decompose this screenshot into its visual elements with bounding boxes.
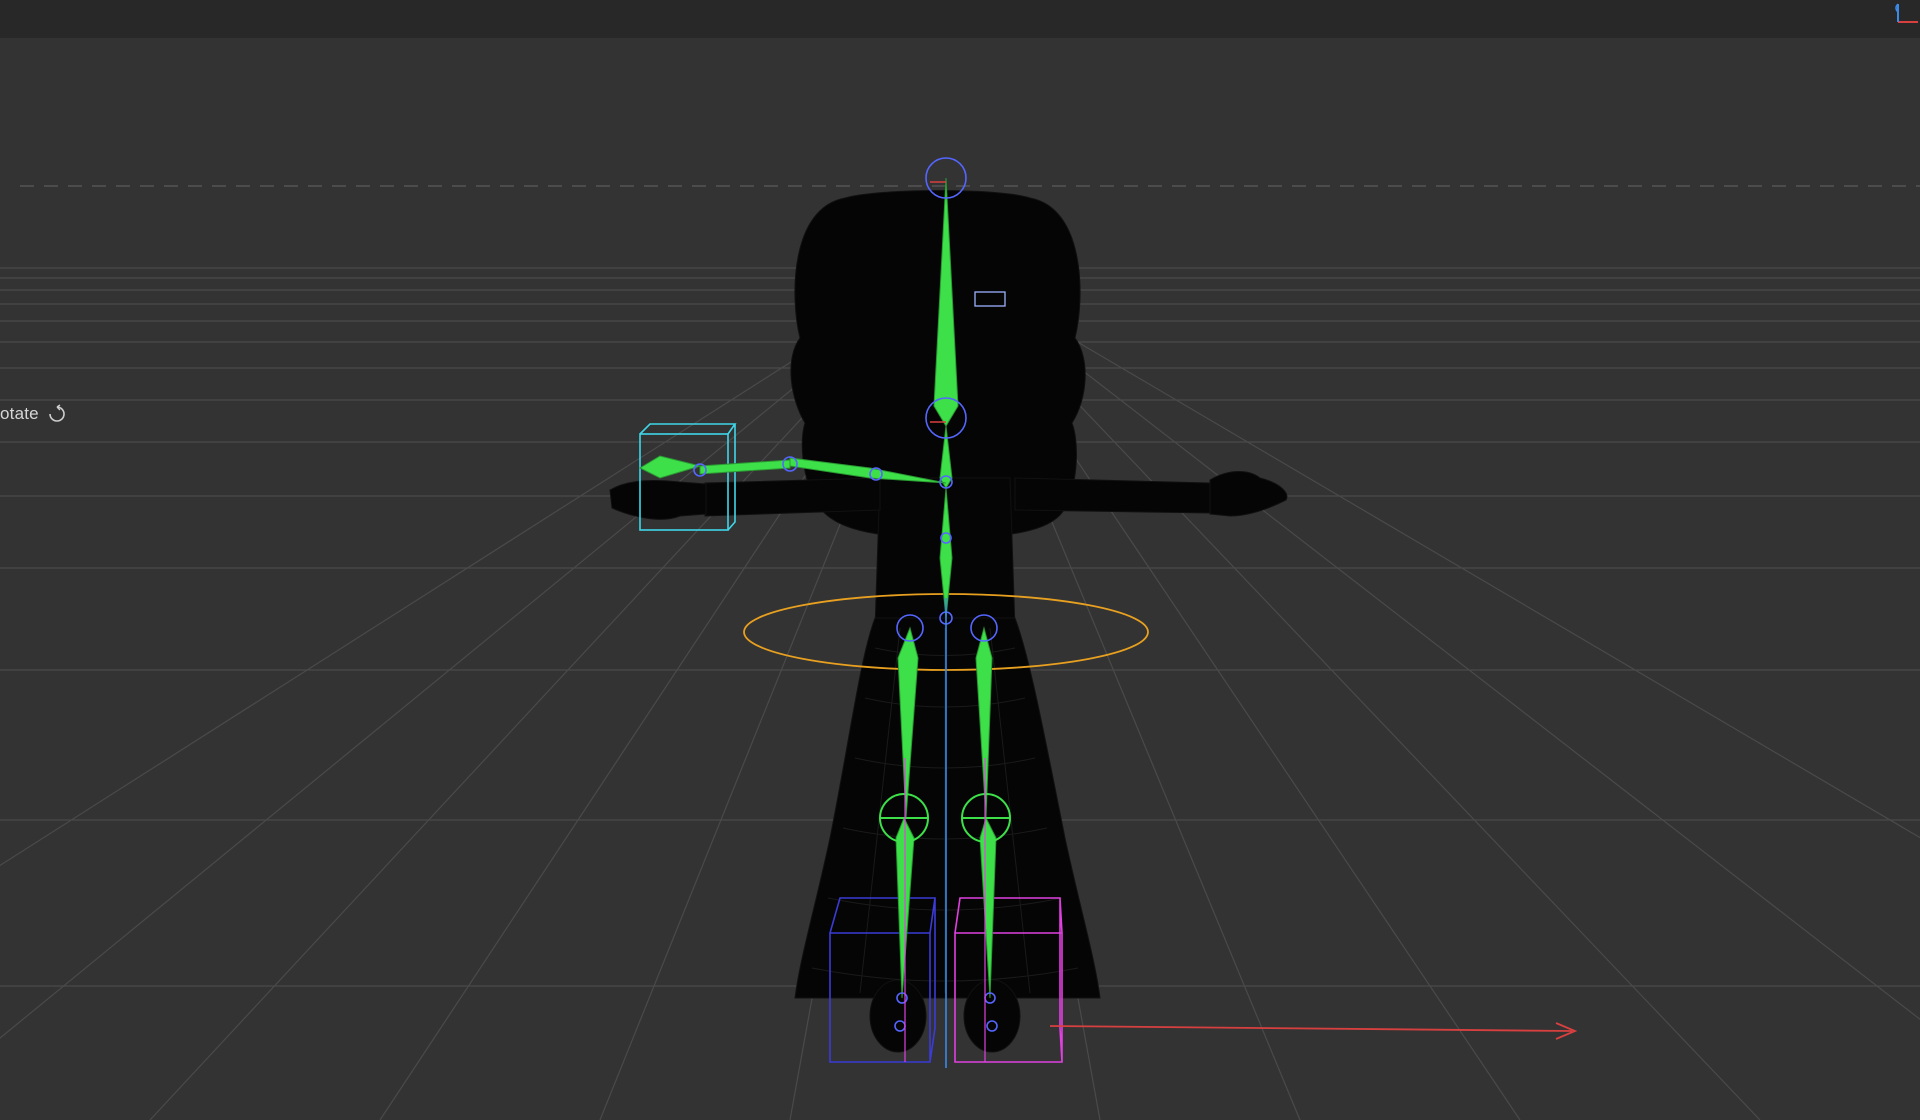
mode-label-text: otate	[0, 404, 39, 423]
top-bar	[0, 0, 1920, 39]
rotate-mode-label[interactable]: otate	[0, 400, 67, 428]
axis-gizmo-icon[interactable]	[1884, 0, 1920, 24]
viewport-scene[interactable]	[0, 38, 1920, 1120]
x-axis	[1049, 1025, 1573, 1032]
rotate-icon[interactable]	[47, 404, 67, 424]
3d-viewport[interactable]: otate	[0, 38, 1920, 1120]
